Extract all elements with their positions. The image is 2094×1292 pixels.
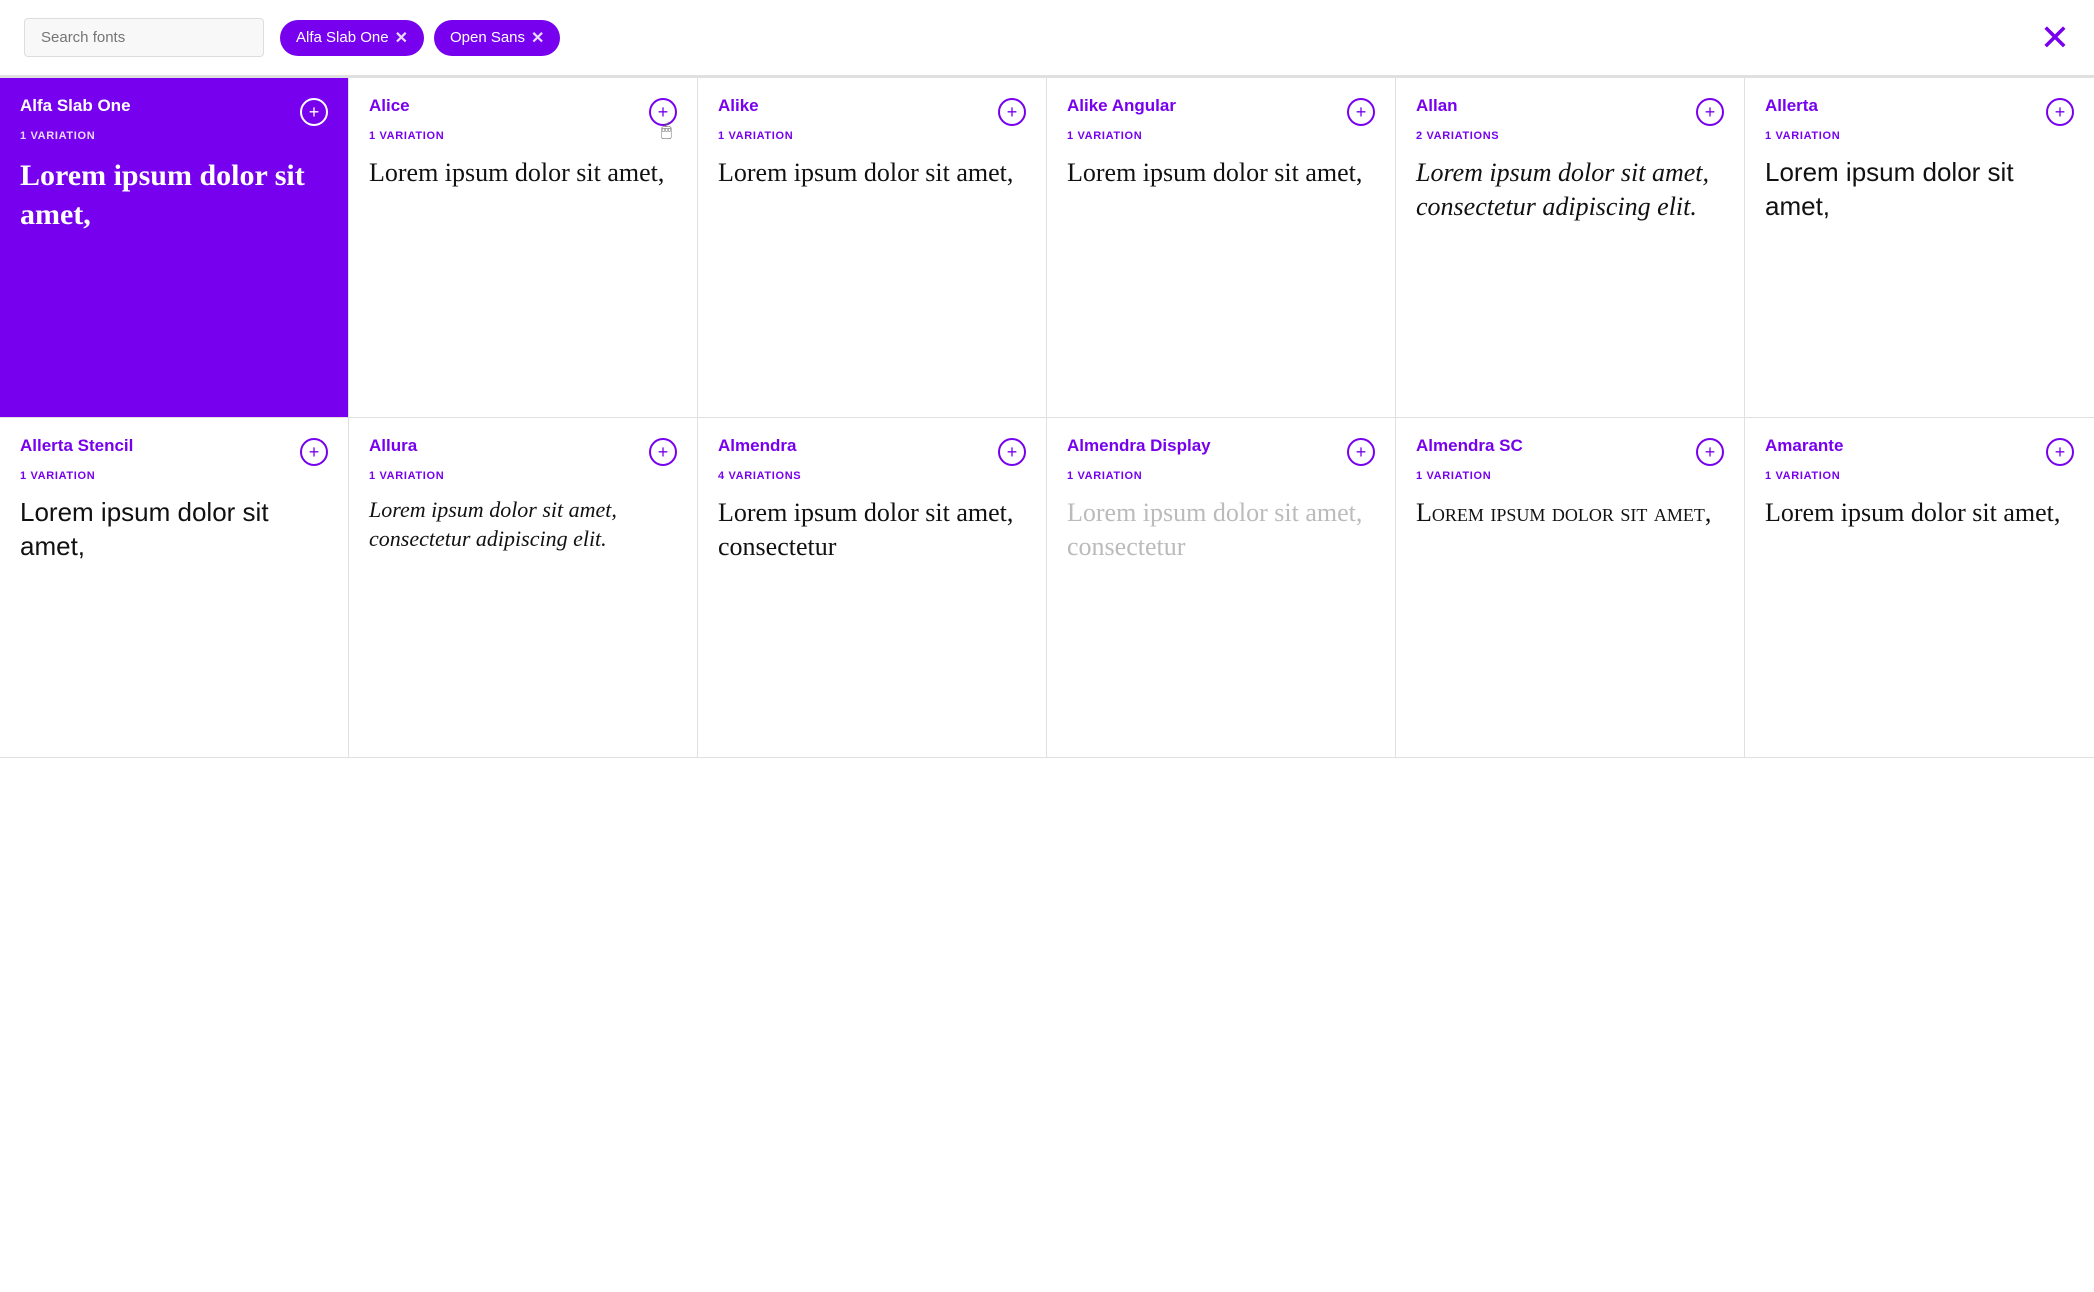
font-cell-allerta-stencil[interactable]: Allerta Stencil + 1 VARIATION Lorem ipsu… bbox=[0, 418, 349, 758]
font-name-allerta: Allerta bbox=[1765, 96, 1818, 116]
add-button-allan[interactable]: + bbox=[1696, 98, 1724, 126]
font-cell-almendra[interactable]: Almendra + 4 VARIATIONS Lorem ipsum dolo… bbox=[698, 418, 1047, 758]
font-grid: Alfa Slab One + 1 VARIATION Lorem ipsum … bbox=[0, 76, 2094, 758]
font-cell-almendra-display[interactable]: Almendra Display + 1 VARIATION Lorem ips… bbox=[1047, 418, 1396, 758]
add-button-allerta-stencil[interactable]: + bbox=[300, 438, 328, 466]
font-name-amarante: Amarante bbox=[1765, 436, 1843, 456]
font-header-alice: Alice + 🖱 bbox=[369, 96, 677, 126]
font-preview-allura: Lorem ipsum dolor sit amet, consectetur … bbox=[369, 496, 677, 553]
font-variations-alike-angular: 1 VARIATION bbox=[1067, 130, 1375, 142]
font-preview-allerta-stencil: Lorem ipsum dolor sit amet, bbox=[20, 496, 328, 564]
chips-container: Alfa Slab One ✕ Open Sans ✕ bbox=[280, 20, 2024, 56]
close-button[interactable]: ✕ bbox=[2040, 20, 2070, 56]
font-name-alice: Alice bbox=[369, 96, 410, 116]
chip-alfa-close[interactable]: ✕ bbox=[395, 28, 408, 48]
font-variations-amarante: 1 VARIATION bbox=[1765, 470, 2074, 482]
font-variations-allan: 2 VARIATIONS bbox=[1416, 130, 1724, 142]
font-variations-almendra-display: 1 VARIATION bbox=[1067, 470, 1375, 482]
font-variations-allura: 1 VARIATION bbox=[369, 470, 677, 482]
font-name-alfa: Alfa Slab One bbox=[20, 96, 131, 116]
font-preview-alfa: Lorem ipsum dolor sit amet, bbox=[20, 156, 328, 234]
add-button-almendra-display[interactable]: + bbox=[1347, 438, 1375, 466]
font-preview-amarante: Lorem ipsum dolor sit amet, bbox=[1765, 496, 2074, 530]
chip-open-sans[interactable]: Open Sans ✕ bbox=[434, 20, 560, 56]
font-name-almendra-sc: Almendra SC bbox=[1416, 436, 1523, 456]
font-name-alike: Alike bbox=[718, 96, 759, 116]
font-header-alike: Alike + bbox=[718, 96, 1026, 126]
chip-opensans-label: Open Sans bbox=[450, 29, 525, 46]
add-button-alfa[interactable]: + bbox=[300, 98, 328, 126]
search-input[interactable] bbox=[24, 18, 264, 57]
font-cell-allan[interactable]: Allan + 2 VARIATIONS Lorem ipsum dolor s… bbox=[1396, 78, 1745, 418]
font-name-alike-angular: Alike Angular bbox=[1067, 96, 1176, 116]
font-header-almendra: Almendra + bbox=[718, 436, 1026, 466]
font-header-almendra-display: Almendra Display + bbox=[1067, 436, 1375, 466]
font-preview-allan: Lorem ipsum dolor sit amet, consectetur … bbox=[1416, 156, 1724, 224]
font-variations-alike: 1 VARIATION bbox=[718, 130, 1026, 142]
font-name-allura: Allura bbox=[369, 436, 417, 456]
font-name-allerta-stencil: Allerta Stencil bbox=[20, 436, 133, 456]
font-cell-alike[interactable]: Alike + 1 VARIATION Lorem ipsum dolor si… bbox=[698, 78, 1047, 418]
chip-opensans-close[interactable]: ✕ bbox=[531, 28, 544, 48]
font-header-almendra-sc: Almendra SC + bbox=[1416, 436, 1724, 466]
chip-alfa-label: Alfa Slab One bbox=[296, 29, 389, 46]
add-button-allerta[interactable]: + bbox=[2046, 98, 2074, 126]
font-preview-allerta: Lorem ipsum dolor sit amet, bbox=[1765, 156, 2074, 224]
chip-alfa-slab-one[interactable]: Alfa Slab One ✕ bbox=[280, 20, 424, 56]
font-cell-alice[interactable]: Alice + 🖱 1 VARIATION Lorem ipsum dolor … bbox=[349, 78, 698, 418]
add-button-alike-angular[interactable]: + bbox=[1347, 98, 1375, 126]
add-button-amarante[interactable]: + bbox=[2046, 438, 2074, 466]
font-cell-allerta[interactable]: Allerta + 1 VARIATION Lorem ipsum dolor … bbox=[1745, 78, 2094, 418]
font-preview-alike-angular: Lorem ipsum dolor sit amet, bbox=[1067, 156, 1375, 190]
font-variations-alice: 1 VARIATION bbox=[369, 130, 677, 142]
font-preview-alice: Lorem ipsum dolor sit amet, bbox=[369, 156, 677, 190]
font-header-allerta-stencil: Allerta Stencil + bbox=[20, 436, 328, 466]
font-cell-almendra-sc[interactable]: Almendra SC + 1 VARIATION Lorem ipsum do… bbox=[1396, 418, 1745, 758]
add-button-almendra-sc[interactable]: + bbox=[1696, 438, 1724, 466]
add-button-allura[interactable]: + bbox=[649, 438, 677, 466]
font-cell-alike-angular[interactable]: Alike Angular + 1 VARIATION Lorem ipsum … bbox=[1047, 78, 1396, 418]
font-variations-allerta: 1 VARIATION bbox=[1765, 130, 2074, 142]
font-variations-allerta-stencil: 1 VARIATION bbox=[20, 470, 328, 482]
font-header-amarante: Amarante + bbox=[1765, 436, 2074, 466]
font-cell-alfa-slab-one[interactable]: Alfa Slab One + 1 VARIATION Lorem ipsum … bbox=[0, 78, 349, 418]
font-header-allan: Allan + bbox=[1416, 96, 1724, 126]
add-button-alike[interactable]: + bbox=[998, 98, 1026, 126]
font-name-allan: Allan bbox=[1416, 96, 1458, 116]
font-name-almendra-display: Almendra Display bbox=[1067, 436, 1211, 456]
font-preview-almendra-sc: Lorem ipsum dolor sit amet, bbox=[1416, 496, 1724, 530]
font-preview-almendra: Lorem ipsum dolor sit amet, consectetur bbox=[718, 496, 1026, 564]
font-name-almendra: Almendra bbox=[718, 436, 796, 456]
font-cell-amarante[interactable]: Amarante + 1 VARIATION Lorem ipsum dolor… bbox=[1745, 418, 2094, 758]
font-header-alfa: Alfa Slab One + bbox=[20, 96, 328, 126]
font-header-allura: Allura + bbox=[369, 436, 677, 466]
header: Alfa Slab One ✕ Open Sans ✕ ✕ bbox=[0, 0, 2094, 76]
font-header-alike-angular: Alike Angular + bbox=[1067, 96, 1375, 126]
add-button-almendra[interactable]: + bbox=[998, 438, 1026, 466]
add-button-alice[interactable]: + 🖱 bbox=[649, 98, 677, 126]
font-cell-allura[interactable]: Allura + 1 VARIATION Lorem ipsum dolor s… bbox=[349, 418, 698, 758]
font-preview-almendra-display: Lorem ipsum dolor sit amet, consectetur bbox=[1067, 496, 1375, 564]
font-header-allerta: Allerta + bbox=[1765, 96, 2074, 126]
font-preview-alike: Lorem ipsum dolor sit amet, bbox=[718, 156, 1026, 190]
font-variations-alfa: 1 VARIATION bbox=[20, 130, 328, 142]
font-variations-almendra: 4 VARIATIONS bbox=[718, 470, 1026, 482]
font-variations-almendra-sc: 1 VARIATION bbox=[1416, 470, 1724, 482]
